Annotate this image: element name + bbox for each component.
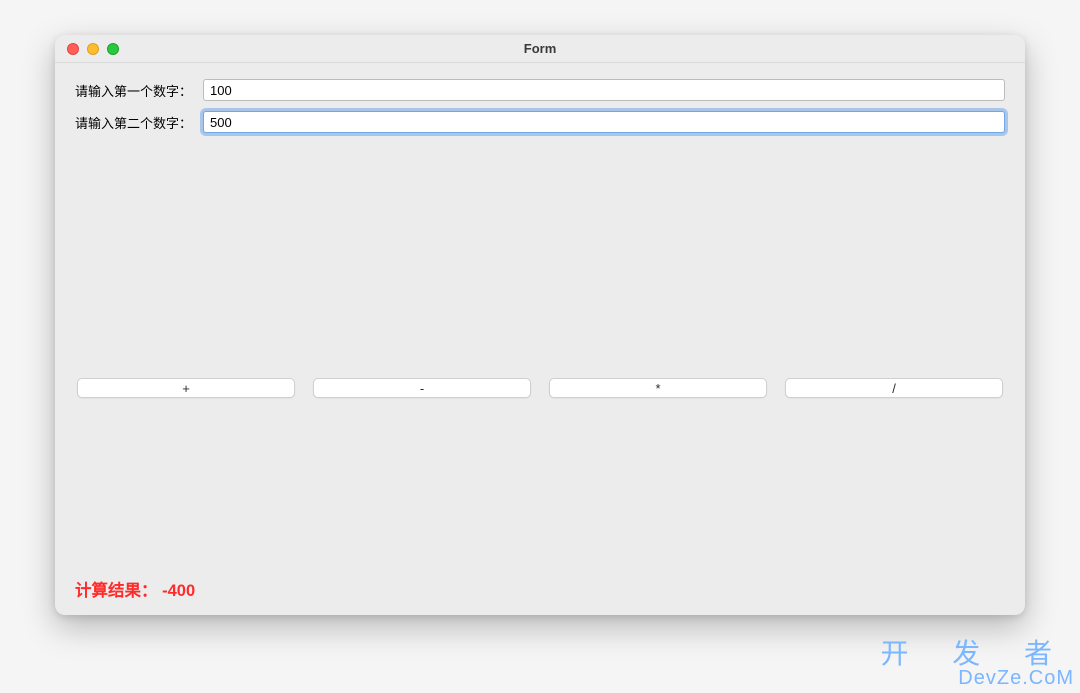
input-row-first: 请输入第一个数字： <box>75 79 1005 101</box>
minimize-icon[interactable] <box>87 43 99 55</box>
second-number-label: 请输入第二个数字： <box>75 113 203 132</box>
add-button[interactable]: + <box>77 378 295 398</box>
result-value: -400 <box>162 582 195 600</box>
second-number-input[interactable] <box>203 111 1005 133</box>
first-number-input[interactable] <box>203 79 1005 101</box>
result-label: 计算结果： <box>75 582 158 600</box>
result-text: 计算结果： -400 <box>75 577 195 601</box>
titlebar: Form <box>55 35 1025 63</box>
content-area: 请输入第一个数字： 请输入第二个数字： + - * / 计算结果： -400 <box>55 63 1025 615</box>
watermark: 开 发 者 DevZe.CoM <box>880 639 1074 689</box>
subtract-button[interactable]: - <box>313 378 531 398</box>
operator-buttons: + - * / <box>77 378 1003 398</box>
maximize-icon[interactable] <box>107 43 119 55</box>
watermark-line2: DevZe.CoM <box>880 668 1074 689</box>
input-row-second: 请输入第二个数字： <box>75 111 1005 133</box>
watermark-line1: 开 发 者 <box>880 639 1074 668</box>
close-icon[interactable] <box>67 43 79 55</box>
first-number-label: 请输入第一个数字： <box>75 81 203 100</box>
window: Form 请输入第一个数字： 请输入第二个数字： + - * / 计算结果： -… <box>55 35 1025 615</box>
multiply-button[interactable]: * <box>549 378 767 398</box>
divide-button[interactable]: / <box>785 378 1003 398</box>
traffic-lights <box>55 43 119 55</box>
window-title: Form <box>55 41 1025 56</box>
